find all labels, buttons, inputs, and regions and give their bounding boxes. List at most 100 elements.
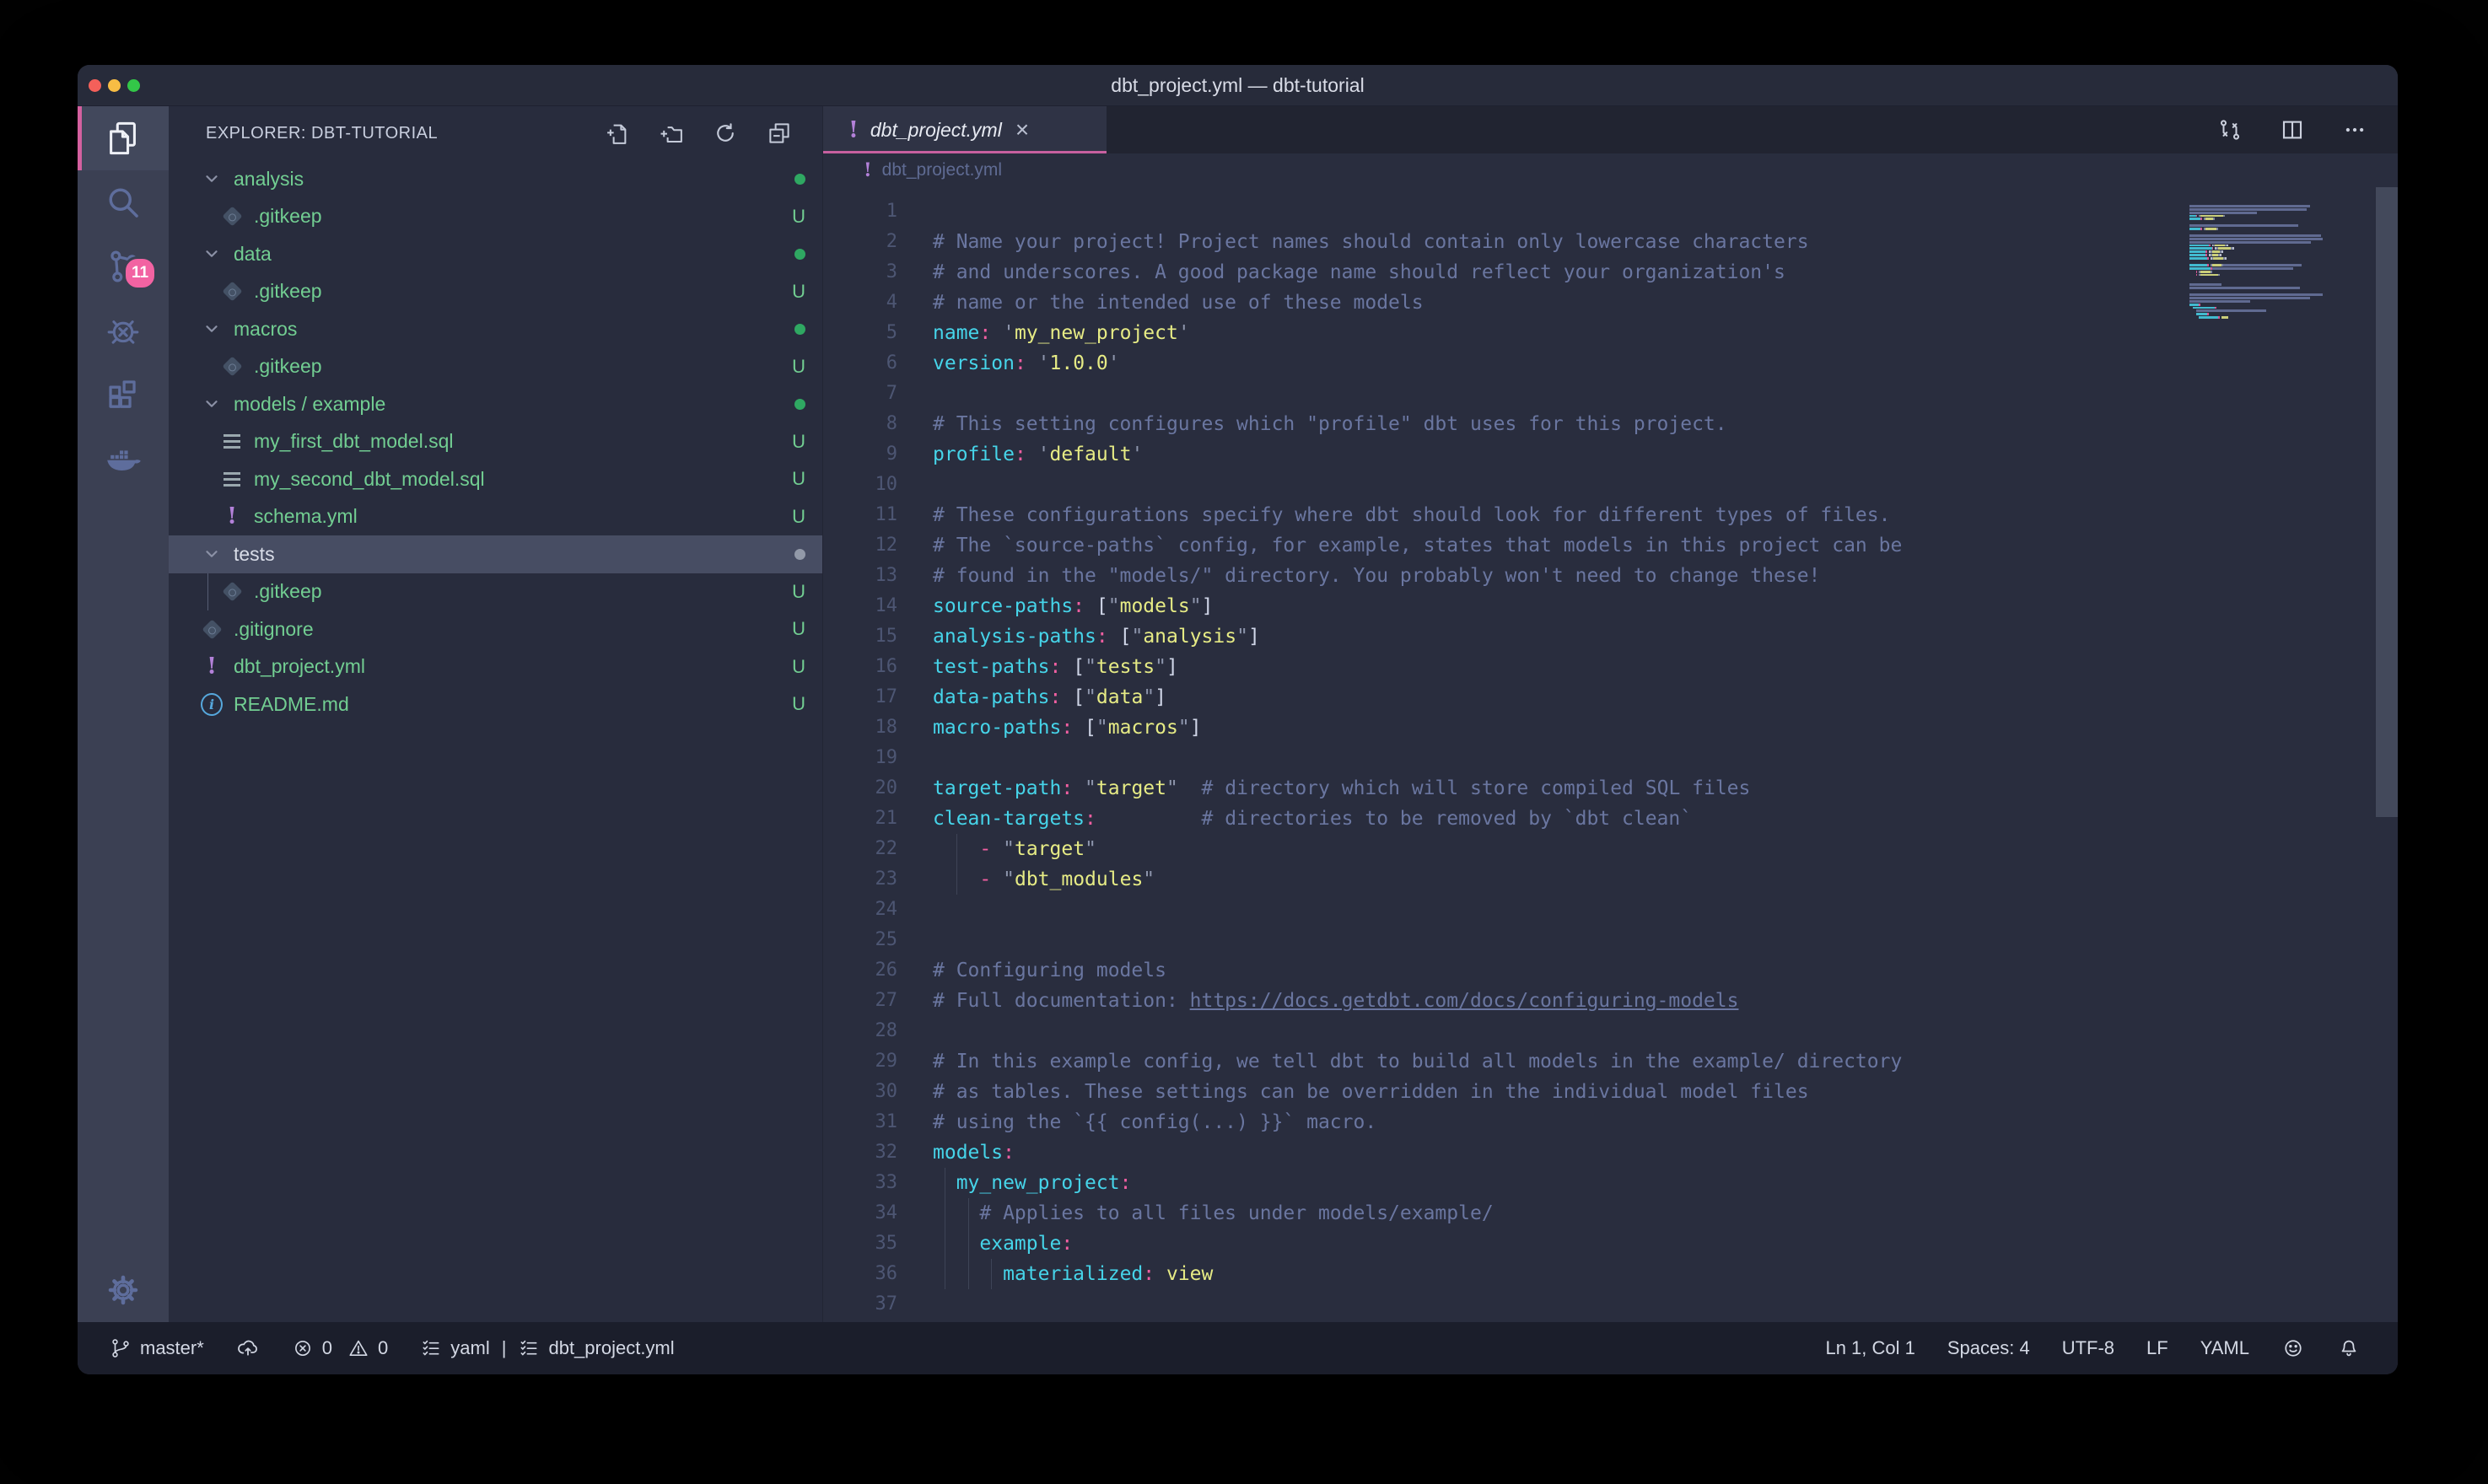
tree-item-data[interactable]: data — [169, 235, 822, 273]
breadcrumb[interactable]: ! dbt_project.yml — [823, 153, 2398, 187]
tree-item-label: my_first_dbt_model.sql — [254, 430, 454, 453]
sync-changes-button[interactable] — [236, 1336, 260, 1360]
code-line: 22 - "target" — [823, 834, 2398, 864]
open-changes-icon[interactable] — [2217, 117, 2243, 142]
editor-scrollbar[interactable] — [2376, 187, 2398, 817]
line-number: 8 — [823, 409, 897, 439]
line-number: 20 — [823, 773, 897, 804]
cursor-position[interactable]: Ln 1, Col 1 — [1825, 1337, 1914, 1359]
tree-item-dbt-project-yml[interactable]: !dbt_project.ymlU — [169, 648, 822, 686]
tree-item-gitkeep[interactable]: .gitkeepU — [169, 198, 822, 236]
tree-item-label: .gitkeep — [254, 580, 322, 603]
tab-label: dbt_project.yml — [870, 119, 1002, 142]
activitybar-explorer[interactable] — [78, 106, 169, 170]
tree-item-label: analysis — [234, 168, 304, 191]
activitybar-extensions[interactable] — [78, 363, 169, 427]
line-number: 9 — [823, 439, 897, 470]
folder-modified-dot-badge — [794, 174, 805, 185]
code-line: 11# These configurations specify where d… — [823, 500, 2398, 530]
chevron-down-icon — [201, 545, 223, 563]
activitybar-docker[interactable] — [78, 427, 169, 491]
line-number: 23 — [823, 864, 897, 895]
explorer-header: EXPLORER: DBT-TUTORIAL — [169, 106, 822, 160]
code-line: 6version: '1.0.0' — [823, 348, 2398, 379]
tree-item-tests[interactable]: tests — [169, 535, 822, 573]
status-bar: master* 0 0 — [78, 1322, 2398, 1374]
code-line: 9profile: 'default' — [823, 439, 2398, 470]
tree-item-gitkeep[interactable]: .gitkeepU — [169, 348, 822, 386]
yaml-warning-icon: ! — [864, 159, 872, 181]
tree-item-label: tests — [234, 543, 275, 566]
minimize-window-button[interactable] — [108, 79, 121, 92]
code-line: 10 — [823, 470, 2398, 500]
maximize-window-button[interactable] — [127, 79, 140, 92]
encoding-status[interactable]: UTF-8 — [2062, 1337, 2114, 1359]
indentation-status[interactable]: Spaces: 4 — [1947, 1337, 2030, 1359]
yaml-warning-icon: ! — [848, 117, 859, 143]
editor-group: ! dbt_project.yml × — [823, 106, 2398, 1322]
code-line: 21clean-targets: # directories to be rem… — [823, 804, 2398, 834]
git-file-icon — [221, 209, 243, 223]
linter-separator: | — [502, 1337, 507, 1359]
line-number: 26 — [823, 955, 897, 986]
activitybar-settings[interactable] — [78, 1258, 169, 1322]
code-line: 20target-path: "target" # directory whic… — [823, 773, 2398, 804]
scm-pending-badge: 11 — [123, 256, 157, 290]
sql-file-icon — [221, 434, 243, 449]
tree-item-gitignore[interactable]: .gitignoreU — [169, 610, 822, 648]
language-mode[interactable]: YAML — [2200, 1337, 2249, 1359]
folder-modified-dot-badge — [794, 399, 805, 410]
line-number: 31 — [823, 1107, 897, 1137]
git-file-icon — [221, 359, 243, 374]
code-editor[interactable]: 12# Name your project! Project names sho… — [823, 187, 2398, 1322]
tree-item-label: schema.yml — [254, 505, 358, 528]
code-line: 14source-paths: ["models"] — [823, 591, 2398, 621]
tab-dbt-project-yml[interactable]: ! dbt_project.yml × — [823, 106, 1107, 153]
tree-item-models-example[interactable]: models / example — [169, 385, 822, 423]
minimap[interactable] — [2183, 187, 2376, 323]
close-tab-icon[interactable]: × — [1010, 118, 1034, 142]
code-line: 28 — [823, 1016, 2398, 1046]
tree-item-my-first-dbt-model-sql[interactable]: my_first_dbt_model.sql U — [169, 423, 822, 461]
tree-item-gitkeep[interactable]: .gitkeepU — [169, 573, 822, 611]
git-untracked-badge: U — [792, 693, 805, 715]
indent-guide — [968, 1229, 969, 1259]
git-file-icon — [201, 622, 223, 637]
code-line: 37 — [823, 1289, 2398, 1320]
git-untracked-badge: U — [792, 431, 805, 453]
close-window-button[interactable] — [89, 79, 101, 92]
activitybar-search[interactable] — [78, 170, 169, 234]
problems-status[interactable]: 0 0 — [292, 1337, 389, 1359]
notifications-bell-icon[interactable] — [2337, 1336, 2361, 1360]
activitybar-debug[interactable] — [78, 298, 169, 363]
more-actions-icon[interactable] — [2342, 117, 2367, 142]
git-branch-status[interactable]: master* — [110, 1337, 204, 1359]
code-line: 25 — [823, 925, 2398, 955]
tree-item-macros[interactable]: macros — [169, 310, 822, 348]
tree-item-analysis[interactable]: analysis — [169, 160, 822, 198]
tree-item-my-second-dbt-model-sql[interactable]: my_second_dbt_model.sqlU — [169, 460, 822, 498]
linter-yaml-status[interactable]: yaml | dbt_project.yml — [420, 1337, 674, 1359]
line-number: 21 — [823, 804, 897, 834]
code-line: 7 — [823, 379, 2398, 409]
new-folder-icon[interactable] — [659, 121, 684, 146]
chevron-down-icon — [201, 320, 223, 338]
activitybar-source-control[interactable]: 11 — [78, 234, 169, 298]
collapse-folders-icon[interactable] — [767, 121, 792, 146]
code-line: 23 - "dbt_modules" — [823, 864, 2398, 895]
tab-bar: ! dbt_project.yml × — [823, 106, 2398, 153]
line-number: 11 — [823, 500, 897, 530]
eol-status[interactable]: LF — [2146, 1337, 2168, 1359]
line-number: 2 — [823, 227, 897, 257]
line-number: 28 — [823, 1016, 897, 1046]
new-file-icon[interactable] — [605, 121, 630, 146]
branch-name: master* — [140, 1337, 204, 1359]
tree-item-schema-yml[interactable]: !schema.ymlU — [169, 498, 822, 536]
sql-file-icon — [221, 472, 243, 487]
code-line: 15analysis-paths: ["analysis"] — [823, 621, 2398, 652]
tree-item-readme-md[interactable]: iREADME.mdU — [169, 686, 822, 723]
refresh-icon[interactable] — [713, 121, 738, 146]
tree-item-gitkeep[interactable]: .gitkeepU — [169, 273, 822, 311]
feedback-smiley-icon[interactable] — [2281, 1336, 2305, 1360]
split-editor-icon[interactable] — [2280, 117, 2305, 142]
